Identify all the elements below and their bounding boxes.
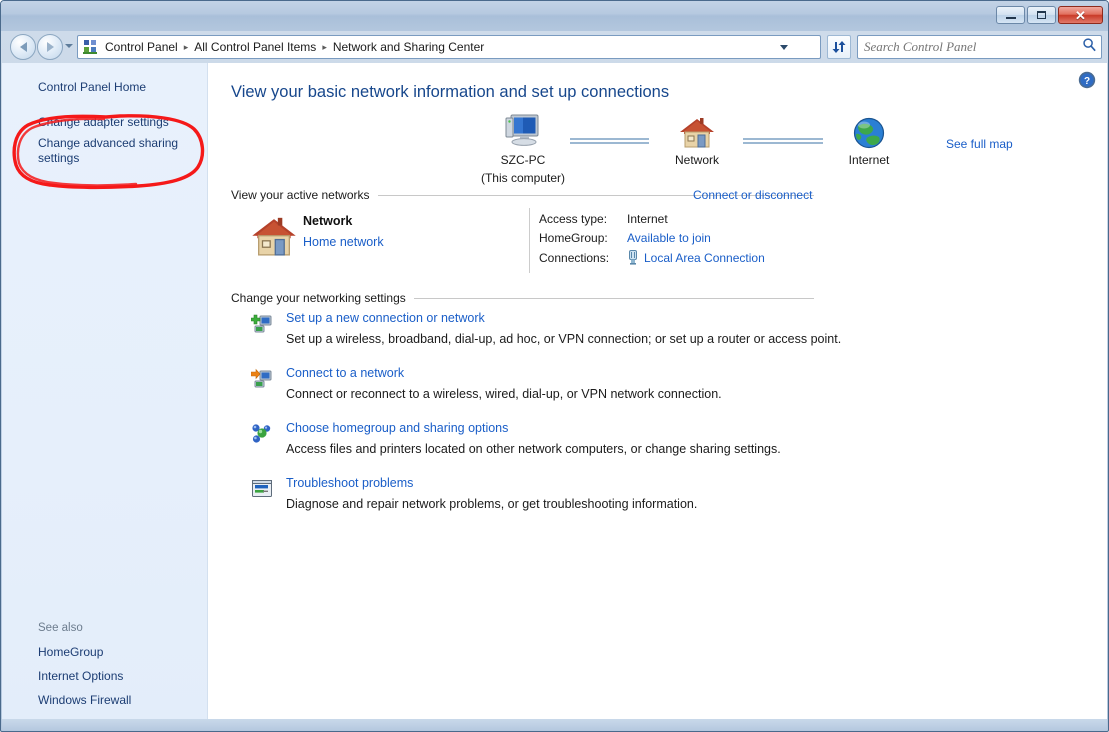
setting-link[interactable]: Connect to a network	[286, 366, 404, 380]
close-icon: ✕	[1075, 7, 1086, 23]
minimize-button[interactable]	[996, 6, 1025, 24]
breadcrumb-separator-icon[interactable]: ▸	[319, 42, 330, 53]
search-box[interactable]	[857, 35, 1102, 59]
network-node-computer[interactable]: SZC-PC (This computer)	[463, 108, 583, 186]
setting-item-choose-homegroup[interactable]: Choose homegroup and sharing options Acc…	[209, 421, 1107, 476]
ethernet-plug-icon	[627, 250, 639, 265]
breadcrumb-all-items[interactable]: All Control Panel Items	[191, 38, 319, 56]
network-node-network[interactable]: Network	[637, 108, 757, 168]
window-controls: ✕	[996, 6, 1103, 24]
back-arrow-icon	[19, 42, 27, 52]
svg-text:?: ?	[1084, 76, 1090, 87]
breadcrumb-control-panel[interactable]: Control Panel	[102, 38, 181, 56]
setting-item-connect-to-network[interactable]: Connect to a network Connect or reconnec…	[209, 366, 1107, 421]
window-bottom-chrome	[2, 719, 1107, 730]
control-panel-icon	[82, 39, 98, 55]
homegroup-available-link[interactable]: Available to join	[627, 231, 711, 245]
refresh-button[interactable]	[827, 35, 851, 59]
section-rule	[413, 297, 814, 299]
address-dropdown-button[interactable]	[774, 36, 794, 58]
setting-item-set-up-new-connection[interactable]: Set up a new connection or network Set u…	[209, 311, 1107, 366]
node-label: Internet	[848, 153, 890, 167]
see-full-map-link[interactable]: See full map	[946, 137, 1013, 151]
troubleshoot-icon	[251, 478, 273, 500]
house-icon	[637, 108, 757, 150]
homegroup-icon	[251, 423, 273, 445]
refresh-icon	[832, 41, 846, 53]
address-bar[interactable]: Control Panel ▸ All Control Panel Items …	[77, 35, 821, 59]
node-label: Network	[674, 153, 719, 167]
sidebar-item-windows-firewall[interactable]: Windows Firewall	[38, 693, 131, 708]
back-button[interactable]	[10, 34, 36, 60]
search-icon[interactable]	[1082, 37, 1097, 57]
setting-item-troubleshoot-problems[interactable]: Troubleshoot problems Diagnose and repai…	[209, 476, 1107, 531]
breadcrumb-separator-icon[interactable]: ▸	[181, 42, 192, 53]
main-content: ? View your basic network information an…	[209, 63, 1107, 720]
breadcrumb-network-sharing-center[interactable]: Network and Sharing Center	[330, 38, 487, 56]
close-button[interactable]: ✕	[1058, 6, 1103, 24]
connect-or-disconnect-link[interactable]: Connect or disconnect	[693, 188, 812, 202]
new-connection-icon	[250, 313, 273, 335]
setting-description: Connect or reconnect to a wireless, wire…	[286, 387, 722, 401]
setting-link[interactable]: Set up a new connection or network	[286, 311, 485, 325]
detail-row-access-type: Access type: Internet	[539, 212, 668, 226]
sidebar: Control Panel Home Change adapter settin…	[2, 63, 208, 720]
detail-row-connections: Connections: Local Area Connection	[539, 250, 765, 265]
computer-icon	[463, 108, 583, 150]
see-also-label: See also	[38, 622, 83, 634]
page-title: View your basic network information and …	[231, 83, 670, 101]
forward-button[interactable]	[37, 34, 63, 60]
minimize-icon	[1005, 17, 1016, 19]
setting-description: Access files and printers located on oth…	[286, 442, 781, 456]
sidebar-item-change-adapter-settings[interactable]: Change adapter settings	[38, 115, 169, 130]
section-heading-text: View your active networks	[231, 188, 370, 202]
connect-network-icon	[250, 368, 273, 390]
detail-key: Connections:	[539, 250, 610, 265]
network-map: SZC-PC (This computer) Network Internet …	[209, 108, 1107, 186]
control-panel-window: ✕ Control Panel ▸ All Control Panel Item…	[0, 0, 1109, 732]
node-label: SZC-PC	[500, 153, 546, 167]
networking-settings-heading: Change your networking settings	[231, 291, 814, 305]
local-area-connection-link[interactable]: Local Area Connection	[644, 251, 765, 265]
chevron-down-icon	[780, 44, 788, 50]
active-network-type-link[interactable]: Home network	[303, 235, 384, 249]
sidebar-item-control-panel-home[interactable]: Control Panel Home	[38, 80, 146, 95]
section-heading-text: Change your networking settings	[231, 291, 406, 305]
maximize-icon	[1037, 11, 1046, 19]
sidebar-item-change-advanced-sharing-settings[interactable]: Change advanced sharing settings	[38, 136, 188, 166]
detail-divider	[529, 208, 530, 273]
networking-settings-list: Set up a new connection or network Set u…	[209, 311, 1107, 531]
search-input[interactable]	[862, 38, 1082, 56]
network-node-internet[interactable]: Internet	[809, 108, 929, 168]
history-dropdown-icon[interactable]	[65, 44, 73, 48]
navigation-bar: Control Panel ▸ All Control Panel Items …	[1, 31, 1108, 63]
help-icon: ?	[1078, 71, 1096, 89]
help-button[interactable]: ?	[1078, 71, 1096, 89]
sidebar-item-internet-options[interactable]: Internet Options	[38, 669, 123, 684]
active-network-name: Network	[303, 214, 353, 228]
setting-description: Set up a wireless, broadband, dial-up, a…	[286, 332, 842, 346]
active-network-entry: Network Home network Access type: Intern…	[209, 208, 1107, 278]
setting-link[interactable]: Choose homegroup and sharing options	[286, 421, 508, 435]
detail-key: HomeGroup:	[539, 231, 608, 245]
forward-arrow-icon	[46, 42, 54, 52]
title-bar: ✕	[1, 1, 1108, 31]
detail-value: Internet	[627, 212, 668, 226]
house-icon	[251, 215, 297, 264]
setting-description: Diagnose and repair network problems, or…	[286, 497, 698, 511]
detail-row-homegroup: HomeGroup: Available to join	[539, 231, 711, 245]
window-body: Control Panel Home Change adapter settin…	[2, 63, 1107, 720]
node-sublabel: (This computer)	[480, 171, 566, 185]
sidebar-item-homegroup[interactable]: HomeGroup	[38, 645, 103, 660]
setting-link[interactable]: Troubleshoot problems	[286, 476, 413, 490]
detail-key: Access type:	[539, 212, 608, 226]
maximize-button[interactable]	[1027, 6, 1056, 24]
globe-icon	[809, 108, 929, 150]
